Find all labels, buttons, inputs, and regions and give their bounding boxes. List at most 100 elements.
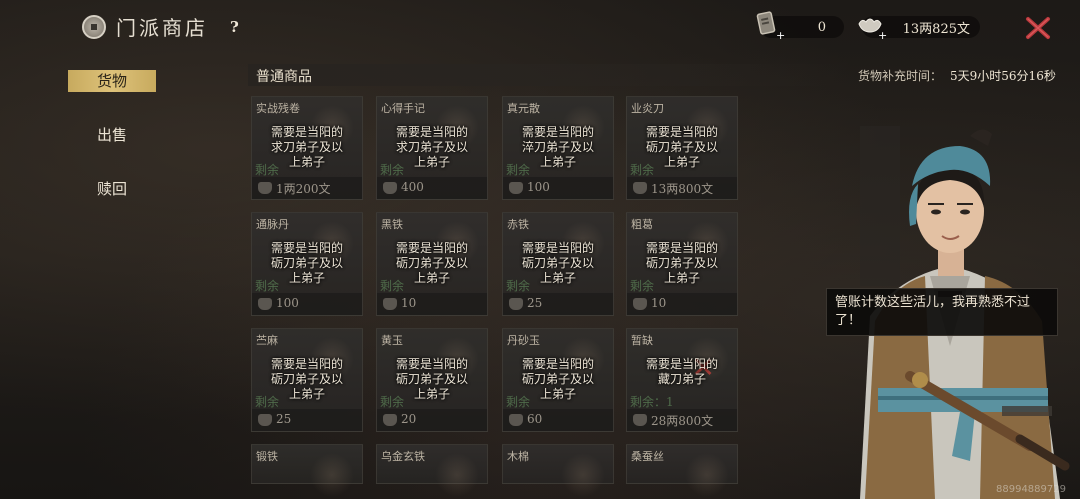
goods-card[interactable]: 通脉丹 剩余 需要是当阳的 砺刀弟子及以 上弟子 100 <box>251 212 363 316</box>
requirement-overlay: 需要是当阳的 砺刀弟子及以 上弟子 <box>377 357 487 402</box>
refresh-label: 货物补充时间： <box>858 69 943 83</box>
goods-card[interactable]: 暂缺 ✕ 剩余：1 需要是当阳的 藏刀弟子 28两800文 <box>626 328 738 432</box>
ticket-count: 0 <box>817 19 826 35</box>
sidebar-item-redeem[interactable]: 赎回 <box>68 178 156 200</box>
goods-card[interactable]: 木棉 <box>502 444 614 497</box>
price-row: 28两800文 <box>627 409 737 431</box>
goods-price: 25 <box>527 296 543 310</box>
goods-name: 丹砂玉 <box>507 334 540 347</box>
goods-thumbnail <box>310 453 354 497</box>
requirement-line: 需要是当阳的 <box>395 241 468 255</box>
ticket-icon <box>383 414 397 426</box>
requirement-overlay: 需要是当阳的 砺刀弟子及以 上弟子 <box>503 357 613 402</box>
requirement-line: 需要是当阳的 <box>270 357 343 371</box>
goods-price: 100 <box>527 180 550 194</box>
requirement-line: 需要是当阳的 <box>645 241 718 255</box>
price-row: 100 <box>252 293 362 315</box>
silver-ingot-icon <box>633 182 647 194</box>
sidebar-item-goods[interactable]: 货物 <box>68 70 156 92</box>
requirement-line: 淬刀弟子及以 <box>521 140 594 154</box>
goods-price: 20 <box>401 412 417 426</box>
requirement-line: 上弟子 <box>539 155 576 169</box>
goods-card[interactable]: 业炎刀 剩余 需要是当阳的 砺刀弟子及以 上弟子 13两800文 <box>626 96 738 200</box>
requirement-line: 上弟子 <box>663 155 700 169</box>
requirement-line: 需要是当阳的 <box>270 241 343 255</box>
goods-name: 乌金玄铁 <box>381 450 425 463</box>
requirement-line: 砺刀弟子及以 <box>521 372 594 386</box>
refresh-time: 5天9小时56分16秒 <box>950 69 1056 83</box>
requirement-overlay: 需要是当阳的 砺刀弟子及以 上弟子 <box>377 241 487 286</box>
close-icon[interactable] <box>1024 14 1052 42</box>
goods-price: 10 <box>651 296 667 310</box>
goods-card[interactable]: 锻铁 <box>251 444 363 497</box>
top-bar: 门派商店 ? + 0 + 13两825文 <box>0 0 1080 58</box>
requirement-overlay: 需要是当阳的 砺刀弟子及以 上弟子 <box>252 241 362 286</box>
goods-card[interactable]: 乌金玄铁 <box>376 444 488 497</box>
goods-card[interactable]: 桑蚕丝 <box>626 444 738 497</box>
requirement-overlay: 需要是当阳的 砺刀弟子及以 上弟子 <box>252 357 362 402</box>
goods-price: 25 <box>276 412 292 426</box>
goods-name: 心得手记 <box>381 102 425 115</box>
goods-card[interactable]: 黑铁 剩余 需要是当阳的 砺刀弟子及以 上弟子 10 <box>376 212 488 316</box>
goods-card[interactable]: 真元散 剩余 需要是当阳的 淬刀弟子及以 上弟子 100 <box>502 96 614 200</box>
watermark: 88994889729 <box>996 484 1066 495</box>
price-row: 25 <box>252 409 362 431</box>
goods-price: 28两800文 <box>651 414 714 428</box>
requirement-line: 求刀弟子及以 <box>395 140 468 154</box>
price-row: 400 <box>377 177 487 199</box>
requirement-line: 砺刀弟子及以 <box>645 140 718 154</box>
requirement-overlay: 需要是当阳的 藏刀弟子 <box>627 357 737 387</box>
goods-card[interactable]: 黄玉 剩余 需要是当阳的 砺刀弟子及以 上弟子 20 <box>376 328 488 432</box>
requirement-line: 需要是当阳的 <box>395 357 468 371</box>
ticket-icon <box>258 414 272 426</box>
goods-card[interactable]: 粗葛 剩余 需要是当阳的 砺刀弟子及以 上弟子 10 <box>626 212 738 316</box>
coin-icon <box>82 14 106 39</box>
goods-name: 赤铁 <box>507 218 529 231</box>
goods-name: 锻铁 <box>256 450 278 463</box>
goods-card[interactable]: 心得手记 剩余 需要是当阳的 求刀弟子及以 上弟子 400 <box>376 96 488 200</box>
goods-name: 暂缺 <box>631 334 653 347</box>
add-silver-icon[interactable]: + <box>878 29 887 42</box>
goods-card[interactable]: 丹砂玉 剩余 需要是当阳的 砺刀弟子及以 上弟子 60 <box>502 328 614 432</box>
requirement-overlay: 需要是当阳的 淬刀弟子及以 上弟子 <box>503 125 613 170</box>
silver-resource[interactable]: + 13两825文 <box>858 16 980 42</box>
goods-card[interactable]: 苎麻 剩余 需要是当阳的 砺刀弟子及以 上弟子 25 <box>251 328 363 432</box>
requirement-line: 需要是当阳的 <box>521 241 594 255</box>
goods-name: 桑蚕丝 <box>631 450 664 463</box>
price-row: 13两800文 <box>627 177 737 199</box>
section-header: 普通商品 <box>248 64 848 86</box>
goods-price: 1两200文 <box>276 182 331 196</box>
requirement-line: 上弟子 <box>413 271 450 285</box>
requirement-overlay: 需要是当阳的 求刀弟子及以 上弟子 <box>377 125 487 170</box>
ticket-icon <box>383 182 397 194</box>
goods-name: 粗葛 <box>631 218 653 231</box>
price-row: 1两200文 <box>252 177 362 199</box>
npc-speech-bubble: 管账计数这些活儿，我再熟悉不过了！ <box>826 288 1058 336</box>
section-title: 普通商品 <box>256 69 312 85</box>
goods-thumbnail <box>561 453 605 497</box>
requirement-line: 需要是当阳的 <box>645 357 718 371</box>
price-row: 20 <box>377 409 487 431</box>
requirement-line: 藏刀弟子 <box>657 372 706 386</box>
requirement-line: 砺刀弟子及以 <box>395 372 468 386</box>
goods-card[interactable]: 实战残卷 剩余 需要是当阳的 求刀弟子及以 上弟子 1两200文 <box>251 96 363 200</box>
requirement-line: 上弟子 <box>413 387 450 401</box>
goods-name: 木棉 <box>507 450 529 463</box>
requirement-line: 需要是当阳的 <box>395 125 468 139</box>
help-button[interactable]: ? <box>230 18 239 36</box>
goods-card[interactable]: 赤铁 剩余 需要是当阳的 砺刀弟子及以 上弟子 25 <box>502 212 614 316</box>
goods-name: 实战残卷 <box>256 102 300 115</box>
requirement-line: 砺刀弟子及以 <box>521 256 594 270</box>
goods-name: 黄玉 <box>381 334 403 347</box>
requirement-overlay: 需要是当阳的 求刀弟子及以 上弟子 <box>252 125 362 170</box>
goods-name: 真元散 <box>507 102 540 115</box>
ticket-resource[interactable]: + 0 <box>756 11 844 42</box>
ticket-icon <box>509 298 523 310</box>
requirement-line: 砺刀弟子及以 <box>270 256 343 270</box>
sidebar-item-sell[interactable]: 出售 <box>68 124 156 146</box>
requirement-line: 上弟子 <box>539 271 576 285</box>
price-row: 10 <box>377 293 487 315</box>
goods-name: 业炎刀 <box>631 102 664 115</box>
requirement-line: 上弟子 <box>288 387 325 401</box>
add-ticket-icon[interactable]: + <box>776 29 785 42</box>
